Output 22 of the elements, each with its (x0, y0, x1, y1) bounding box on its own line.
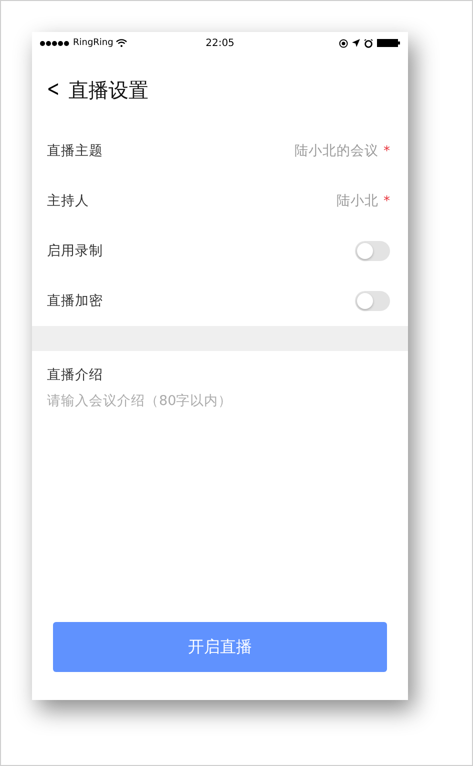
page-title: 直播设置 (68, 76, 148, 104)
setting-label: 主持人 (47, 192, 89, 210)
toggle-switch[interactable] (355, 291, 390, 311)
carrier-name: RingRing (73, 38, 114, 48)
intro-label: 直播介绍 (47, 366, 104, 384)
signal-icon (40, 40, 70, 46)
setting-label: 直播加密 (47, 292, 103, 310)
wifi-icon (116, 39, 128, 47)
lock-rotation-icon (339, 38, 348, 48)
alarm-icon (364, 38, 374, 48)
location-icon (352, 39, 360, 47)
setting-label: 启用录制 (47, 242, 103, 260)
start-live-button[interactable]: 开启直播 (53, 622, 387, 672)
back-button[interactable]: < (46, 79, 60, 101)
setting-value[interactable]: 陆小北的会议 (294, 142, 378, 160)
required-mark: * (384, 194, 390, 208)
toggle-switch[interactable] (355, 241, 390, 261)
setting-label: 直播主题 (47, 142, 103, 160)
required-mark: * (384, 144, 390, 158)
battery-icon (377, 39, 400, 47)
setting-value[interactable]: 陆小北 (336, 192, 378, 210)
status-time: 22:05 (206, 38, 234, 48)
